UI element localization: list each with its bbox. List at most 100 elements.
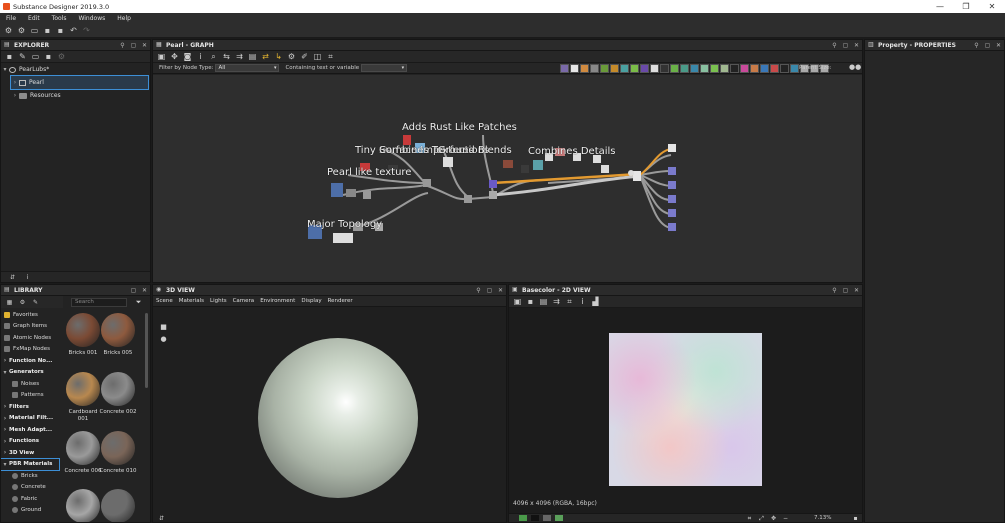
menu-edit[interactable]: Edit [28, 15, 40, 22]
node-transform-icon[interactable] [640, 64, 649, 73]
float-icon[interactable]: ▢ [840, 41, 851, 50]
tiling-icon[interactable]: ⌗ [565, 297, 574, 306]
grid-icon[interactable]: ⌗ [326, 52, 335, 61]
node-svg-icon[interactable] [570, 64, 579, 73]
new-graph-icon[interactable]: ⚙ [17, 26, 26, 35]
node-gradient-icon[interactable] [620, 64, 629, 73]
menu-tools[interactable]: Tools [52, 15, 67, 22]
category-function-nodes[interactable]: › Function No... [1, 355, 63, 367]
frame-label-combines-details[interactable]: Combines Details [528, 146, 616, 157]
category-patterns[interactable]: Patterns [1, 390, 63, 402]
frame-all-icon[interactable]: ▣ [157, 52, 166, 61]
category-pbr-materials[interactable]: ▾ PBR Materials [1, 457, 60, 471]
tree-toggle-icon[interactable]: ⇵ [8, 273, 17, 282]
graph-node[interactable] [346, 189, 356, 197]
graph-canvas[interactable]: Adds Rust Like Patches Tiny Surface Impe… [153, 75, 862, 282]
minimize-button[interactable]: — [927, 0, 953, 13]
frame-label-rust[interactable]: Adds Rust Like Patches [402, 122, 517, 133]
node-levels-icon[interactable] [600, 64, 609, 73]
node-blend-icon[interactable] [590, 64, 599, 73]
output-node[interactable] [668, 144, 676, 152]
new-graph-icon[interactable]: ✎ [18, 52, 27, 61]
node-pixel-icon[interactable] [730, 64, 739, 73]
redo-icon[interactable]: ↷ [82, 26, 91, 35]
float-icon[interactable]: ▢ [128, 286, 139, 295]
node-blur-icon[interactable] [700, 64, 709, 73]
menu-lights[interactable]: Lights [210, 298, 227, 304]
graph-node[interactable] [489, 180, 497, 188]
node-warp-icon[interactable] [680, 64, 689, 73]
brush-icon[interactable]: ✐ [300, 52, 309, 61]
open-icon[interactable]: ▭ [31, 52, 40, 61]
menu-renderer[interactable]: Renderer [328, 298, 353, 304]
output-node[interactable] [668, 209, 676, 217]
save-icon[interactable]: ▪ [5, 52, 14, 61]
chevron-right-icon[interactable]: › [11, 79, 19, 86]
category-generators[interactable]: ▾ Generators [1, 367, 63, 379]
thumb-material[interactable] [101, 489, 135, 522]
histogram-icon[interactable]: ▟ [591, 297, 600, 306]
channels-icon[interactable]: ⇉ [552, 297, 561, 306]
more-icon[interactable]: ●● [849, 63, 861, 72]
float-icon[interactable]: ▢ [484, 286, 495, 295]
node-tile-icon[interactable] [650, 64, 659, 73]
info-icon[interactable]: i [578, 297, 587, 306]
zoom-fit-icon[interactable]: ✥ [769, 514, 778, 522]
settings-icon[interactable]: ⚙ [287, 52, 296, 61]
node-input-icon[interactable] [770, 64, 779, 73]
snap-icon[interactable]: ↳ [274, 52, 283, 61]
frame-icon[interactable]: ▣ [513, 297, 522, 306]
info-icon[interactable]: i [23, 273, 32, 282]
category-fabric[interactable]: Fabric [1, 493, 63, 505]
filter-icon[interactable]: ⏷ [134, 298, 143, 307]
frame-label-pearl-texture[interactable]: Pearl like texture [327, 167, 411, 178]
float-icon[interactable]: ▢ [840, 286, 851, 295]
close-panel-icon[interactable]: ✕ [495, 286, 506, 295]
menu-help[interactable]: Help [117, 15, 131, 22]
graph-node[interactable] [331, 183, 343, 197]
open-icon[interactable]: ▭ [30, 26, 39, 35]
graph-node[interactable] [363, 191, 371, 199]
graph-node[interactable] [423, 179, 431, 187]
category-functions[interactable]: › Functions [1, 436, 63, 448]
camera-icon[interactable]: ◙ [183, 52, 192, 61]
node-emboss-icon[interactable] [720, 64, 729, 73]
node-value-icon[interactable] [780, 64, 789, 73]
node-color-icon[interactable] [740, 64, 749, 73]
node-hsl-icon[interactable] [630, 64, 639, 73]
close-panel-icon[interactable]: ✕ [851, 41, 862, 50]
menu-windows[interactable]: Windows [78, 15, 105, 22]
copy-icon[interactable]: ▤ [539, 297, 548, 306]
fit-icon[interactable]: ⤢ [757, 514, 766, 522]
graph-node[interactable] [601, 165, 609, 173]
frame-label-major-topology[interactable]: Major Topology [307, 219, 382, 230]
tree-package[interactable]: ▾ PearLubs* [1, 63, 150, 76]
thumb-concrete-010[interactable] [101, 431, 135, 465]
category-concrete[interactable]: Concrete [1, 482, 63, 494]
node-uniform-icon[interactable] [580, 64, 589, 73]
close-button[interactable]: ✕ [979, 0, 1005, 13]
info-icon[interactable]: i [196, 52, 205, 61]
library-view-icon[interactable]: ▦ [5, 298, 14, 307]
category-graph-items[interactable]: Graph Items [1, 321, 63, 333]
graph-node[interactable] [521, 165, 529, 173]
table-icon[interactable]: ▤ [248, 52, 257, 61]
category-mesh-adaptive[interactable]: › Mesh Adapt... [1, 424, 63, 436]
pin-icon[interactable]: ⚲ [971, 41, 982, 50]
category-filters[interactable]: › Filters [1, 401, 63, 413]
chevron-right-icon[interactable]: › [11, 92, 19, 99]
output-node[interactable] [668, 195, 676, 203]
node-sharpen-icon[interactable] [710, 64, 719, 73]
tree-graph-pearl[interactable]: › Pearl [10, 75, 149, 90]
thumb-material[interactable] [66, 489, 100, 522]
grid-icon[interactable]: ⌗ [745, 514, 754, 522]
node-curve-icon[interactable] [610, 64, 619, 73]
new-package-icon[interactable]: ⚙ [4, 26, 13, 35]
preview-sphere[interactable] [258, 338, 418, 498]
output-node[interactable] [668, 167, 676, 175]
close-panel-icon[interactable]: ✕ [139, 41, 150, 50]
node-text-icon[interactable] [750, 64, 759, 73]
save-icon[interactable]: ▪ [43, 26, 52, 35]
gray-channel-icon[interactable] [543, 515, 551, 521]
thumb-concrete-006[interactable] [66, 431, 100, 465]
